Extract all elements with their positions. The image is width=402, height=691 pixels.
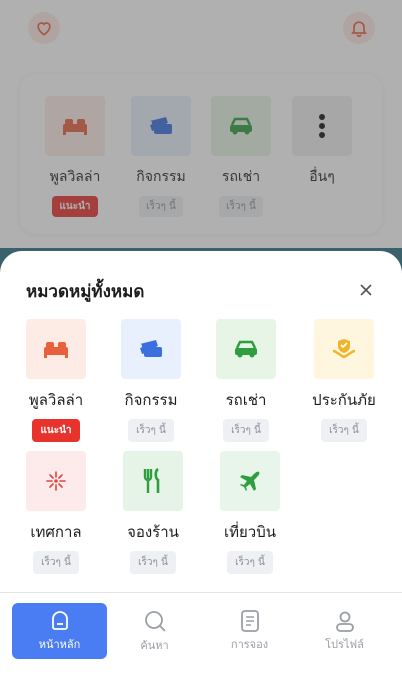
- user-icon: [335, 611, 354, 632]
- category-label: กิจกรรม: [124, 391, 178, 409]
- close-icon: [360, 284, 372, 296]
- category-festival[interactable]: เทศกาล เร็วๆ นี้: [10, 451, 102, 574]
- coming-soon-badge: เร็วๆ นี้: [321, 419, 367, 442]
- car-icon: [235, 340, 257, 358]
- search-icon: [144, 610, 166, 632]
- tile: [314, 319, 374, 379]
- tile: [216, 319, 276, 379]
- category-activity[interactable]: กิจกรรม เร็วๆ นี้: [105, 319, 197, 442]
- category-label: รถเช่า: [225, 391, 267, 409]
- nav-label: โปรไฟล์: [325, 637, 364, 651]
- category-car-rental[interactable]: รถเช่า เร็วๆ นี้: [200, 319, 292, 442]
- nav-label: ค้นหา: [140, 638, 169, 652]
- nav-profile[interactable]: โปรไฟล์: [297, 603, 392, 659]
- nav-label: การจอง: [230, 637, 269, 651]
- category-label: จองร้าน: [127, 523, 179, 541]
- category-label: เทศกาล: [30, 523, 82, 541]
- category-insurance[interactable]: ประกันภัย เร็วๆ นี้: [298, 319, 390, 442]
- airplane-icon: [240, 471, 260, 491]
- category-flight[interactable]: เที่ยวบิน เร็วๆ นี้: [204, 451, 296, 574]
- tile: [220, 451, 280, 511]
- nav-bookings[interactable]: การจอง: [202, 603, 297, 659]
- nav-search[interactable]: ค้นหา: [107, 603, 202, 659]
- close-button[interactable]: [354, 278, 378, 302]
- home-icon: [51, 610, 68, 630]
- recommended-badge: แนะนำ: [32, 419, 80, 442]
- coming-soon-badge: เร็วๆ นี้: [128, 419, 174, 442]
- tile: [123, 451, 183, 511]
- restaurant-icon: [143, 467, 160, 493]
- coming-soon-badge: เร็วๆ นี้: [33, 551, 79, 574]
- tile: [26, 451, 86, 511]
- nav-home[interactable]: หน้าหลัก: [12, 603, 107, 659]
- category-restaurant[interactable]: จองร้าน เร็วๆ นี้: [107, 451, 199, 574]
- sheet-title: หมวดหมู่ทั้งหมด: [26, 282, 145, 302]
- nav-label: หน้าหลัก: [38, 637, 81, 651]
- tile: [121, 319, 181, 379]
- insurance-icon: [332, 339, 356, 359]
- bed-icon: [44, 342, 68, 358]
- bottom-navigation: หน้าหลัก ค้นหา การจอง โปรไฟล์: [0, 592, 402, 691]
- fireworks-icon: [46, 471, 66, 491]
- category-label: พูลวิลล่า: [28, 391, 84, 409]
- tile: [26, 319, 86, 379]
- category-label: เที่ยวบิน: [223, 523, 276, 541]
- category-label: ประกันภัย: [312, 391, 376, 409]
- coming-soon-badge: เร็วๆ นี้: [223, 419, 269, 442]
- document-icon: [240, 609, 259, 632]
- ticket-icon: [140, 340, 162, 357]
- coming-soon-badge: เร็วๆ นี้: [130, 551, 176, 574]
- category-pool-villa[interactable]: พูลวิลล่า แนะนำ: [10, 319, 102, 442]
- coming-soon-badge: เร็วๆ นี้: [227, 551, 273, 574]
